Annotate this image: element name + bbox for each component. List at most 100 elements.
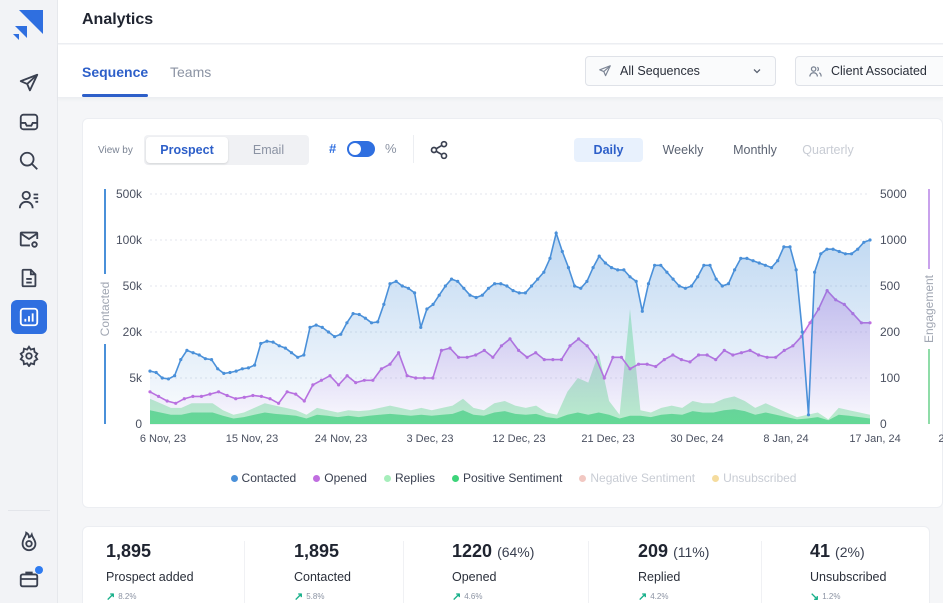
- opened-point: [808, 321, 812, 325]
- contacted-point: [339, 332, 343, 336]
- logo[interactable]: [13, 10, 45, 42]
- stat-percent: (2%): [835, 544, 865, 560]
- sidebar-item-sequences[interactable]: [11, 66, 47, 100]
- x-tick-label: 17 Jan, 24: [849, 433, 900, 445]
- legend-dot: [451, 474, 459, 482]
- contacted-point: [745, 256, 749, 260]
- contacted-point: [714, 277, 718, 281]
- y2-tick-label: 1000: [880, 233, 907, 247]
- client-filter-dropdown[interactable]: Client Associated: [795, 56, 943, 86]
- contacted-point: [800, 330, 804, 334]
- sidebar-item-prospects[interactable]: [11, 183, 47, 217]
- contacted-point: [493, 282, 497, 286]
- contacted-point: [376, 320, 380, 324]
- gear-icon: [19, 345, 39, 367]
- sidebar-item-search[interactable]: [11, 144, 47, 178]
- stat-value: 41: [810, 541, 831, 561]
- client-filter-value: Client Associated: [831, 64, 927, 78]
- legend-label: Contacted: [241, 471, 297, 485]
- contacted-point: [289, 351, 294, 355]
- contacted-point: [388, 282, 392, 286]
- contacted-point: [665, 270, 669, 274]
- legend-unsubscribed[interactable]: Unsubscribed: [712, 471, 796, 485]
- legend-positive-sentiment[interactable]: Positive Sentiment: [451, 471, 563, 485]
- sidebar-item-settings[interactable]: [11, 339, 47, 373]
- legend-label: Replies: [394, 471, 435, 485]
- y-tick-label: 50k: [123, 279, 143, 293]
- tab-bar: Sequence Teams All Sequences Client Asso…: [58, 45, 943, 98]
- stat-trend: 4.2%: [650, 592, 669, 601]
- trend-up-icon: ↗: [638, 591, 648, 603]
- sidebar-item-email-settings[interactable]: [11, 222, 47, 256]
- search-icon: [19, 151, 38, 170]
- document-icon: [21, 268, 37, 288]
- chart-legend: Contacted Opened Replies Positive Sentim…: [83, 471, 943, 485]
- contacted-point: [480, 293, 484, 297]
- x-tick-label: 21 Dec, 23: [581, 433, 634, 445]
- contacted-point: [634, 279, 638, 283]
- sidebar-item-agency[interactable]: [11, 562, 47, 596]
- trend-up-icon: ↗: [452, 591, 462, 603]
- contacted-point: [597, 254, 601, 258]
- contacted-point: [757, 261, 761, 265]
- legend-contacted[interactable]: Contacted: [230, 471, 297, 485]
- contacted-point: [862, 240, 866, 244]
- engagement-chart: 0 5k 20k 50k 100k 500k 0 100 200 500 1000 5000 6 Nov…: [98, 187, 943, 445]
- contacted-point: [259, 341, 263, 346]
- stat-divider: [761, 541, 762, 603]
- legend-label: Negative Sentiment: [590, 471, 696, 485]
- sequence-filter-dropdown[interactable]: All Sequences: [585, 56, 776, 86]
- contacted-point: [517, 291, 521, 295]
- y2-tick-label: 200: [880, 325, 900, 339]
- contacted-point: [240, 367, 244, 371]
- legend-label: Positive Sentiment: [462, 471, 563, 485]
- stat-divider: [244, 541, 245, 603]
- contacted-point: [819, 252, 823, 256]
- contacted-point: [856, 247, 860, 251]
- contacted-point: [209, 358, 214, 362]
- stat-prospect-added: 1,895 Prospect added ↗ 8.2%: [106, 541, 194, 603]
- contacted-point: [689, 284, 694, 288]
- y-tick-label: 500k: [116, 187, 143, 201]
- legend-opened[interactable]: Opened: [313, 471, 367, 485]
- tab-sequence[interactable]: Sequence: [82, 64, 148, 80]
- legend-replies[interactable]: Replies: [383, 471, 435, 485]
- legend-negative-sentiment[interactable]: Negative Sentiment: [579, 471, 695, 485]
- contacted-point: [437, 293, 441, 297]
- contacted-point: [702, 263, 706, 267]
- contacted-point: [283, 346, 287, 350]
- contacted-point: [314, 323, 318, 327]
- contacted-point: [308, 325, 312, 329]
- x-tick-label: 26 Jan, 24: [938, 433, 943, 445]
- contacted-point: [646, 282, 651, 286]
- contacted-point: [431, 302, 435, 306]
- contacted-point: [806, 413, 811, 417]
- stat-unsubscribed: 41 (2%) Unsubscribed ↘ 1.2%: [810, 541, 886, 603]
- sidebar-item-analytics[interactable]: [11, 300, 47, 334]
- stat-label: Replied: [638, 570, 681, 584]
- chevron-down-icon: [753, 69, 761, 74]
- contacted-point: [739, 256, 743, 260]
- contacted-point: [769, 266, 774, 270]
- tab-teams[interactable]: Teams: [170, 64, 211, 80]
- analytics-chart-card: View by Prospect Email # % Daily Weekly …: [82, 118, 943, 508]
- contacted-point: [813, 270, 817, 274]
- contacted-point: [203, 357, 207, 361]
- contacted-point: [296, 355, 300, 359]
- stat-trend: 8.2%: [118, 592, 137, 601]
- contacted-point: [548, 256, 552, 260]
- contacted-point: [351, 312, 355, 316]
- contacted-point: [222, 371, 226, 375]
- contacted-point: [659, 263, 663, 267]
- contacted-point: [566, 266, 571, 270]
- contacted-point: [357, 312, 361, 317]
- contacted-point: [677, 284, 681, 288]
- y-tick-label: 20k: [123, 325, 143, 339]
- sidebar-item-warmup[interactable]: [11, 524, 47, 558]
- sidebar-item-templates[interactable]: [11, 261, 47, 295]
- contacted-point: [726, 282, 731, 286]
- stat-trend: 5.8%: [306, 592, 325, 601]
- bar-chart-icon: [19, 307, 39, 327]
- sidebar-item-inbox[interactable]: [11, 105, 47, 139]
- legend-label: Opened: [324, 471, 367, 485]
